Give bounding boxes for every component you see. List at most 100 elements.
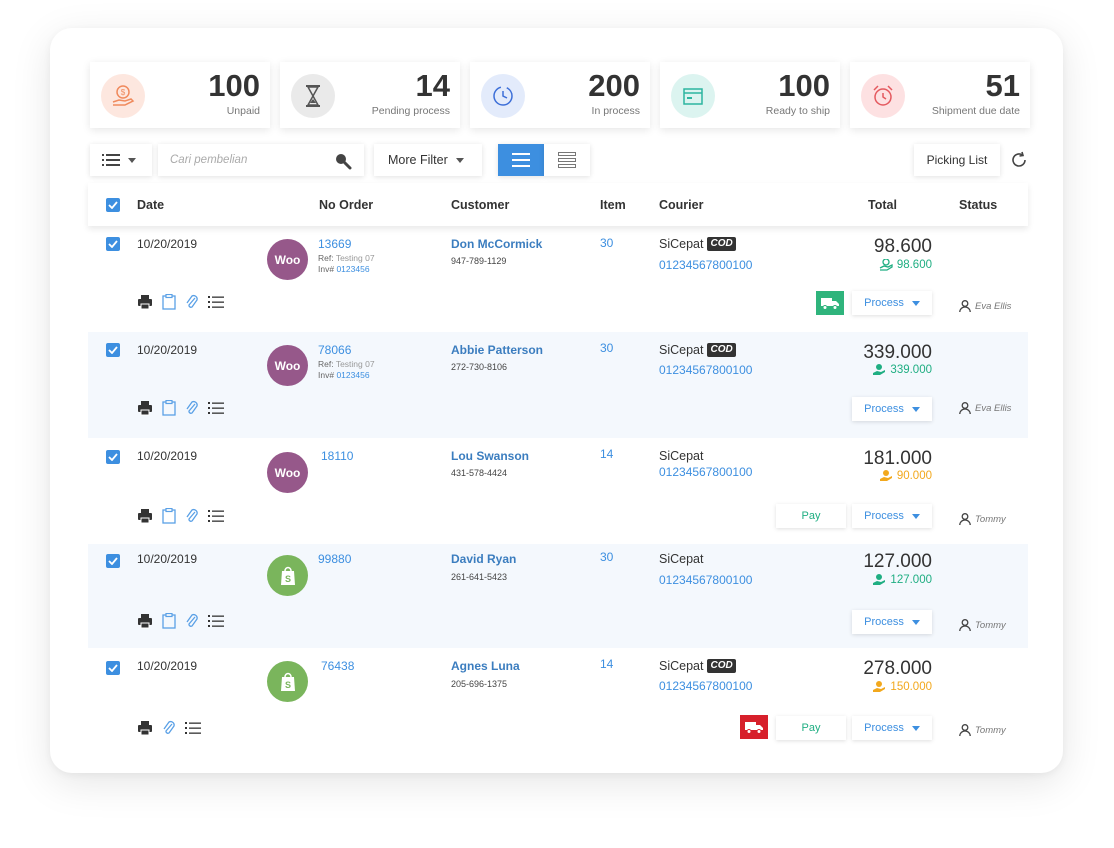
table-row[interactable]: 10/20/2019 S 76438 Agnes Luna 205-696-13…	[88, 648, 1028, 754]
row-checkbox[interactable]	[106, 554, 120, 568]
compact-view-toggle[interactable]	[544, 144, 590, 176]
courier-label: SiCepat	[659, 659, 704, 673]
print-icon[interactable]	[137, 294, 153, 310]
process-dropdown[interactable]: Process	[852, 610, 932, 634]
print-icon[interactable]	[137, 400, 153, 416]
order-date: 10/20/2019	[137, 449, 198, 463]
table-row[interactable]: 10/20/2019 Woo 13669 Ref: Testing 07 Inv…	[88, 226, 1028, 332]
clipboard-icon[interactable]	[162, 400, 176, 416]
order-number[interactable]: 18110	[321, 449, 353, 463]
svg-text:S: S	[284, 680, 290, 690]
cod-badge: COD	[707, 237, 736, 251]
stat-ready-to-ship[interactable]: 100 Ready to ship	[660, 62, 840, 128]
list-menu-dropdown[interactable]	[90, 144, 152, 176]
toolbar: Cari pembelian More Filter Picking List	[90, 144, 1040, 176]
select-all-checkbox[interactable]	[106, 198, 120, 212]
inv-value[interactable]: 0123456	[336, 264, 369, 274]
stat-in-process[interactable]: 200 In process	[470, 62, 650, 128]
truck-icon[interactable]	[740, 715, 768, 739]
checklist-icon[interactable]	[208, 401, 224, 415]
clipboard-icon[interactable]	[162, 294, 176, 310]
item-count[interactable]: 30	[600, 341, 613, 355]
customer-name[interactable]: David Ryan	[451, 552, 516, 566]
stat-unpaid[interactable]: $ 100 Unpaid	[90, 62, 270, 128]
paid-amount: 127.000	[872, 574, 932, 586]
stat-pending[interactable]: 14 Pending process	[280, 62, 460, 128]
pay-button[interactable]: Pay	[776, 504, 846, 528]
row-checkbox[interactable]	[106, 661, 120, 675]
checklist-icon[interactable]	[208, 509, 224, 523]
header-total[interactable]: Total	[868, 198, 897, 212]
order-number[interactable]: 13669	[318, 237, 351, 251]
tracking-number[interactable]: 01234567800100	[659, 363, 752, 377]
row-checkbox[interactable]	[106, 343, 120, 357]
header-courier[interactable]: Courier	[659, 198, 703, 212]
pay-button[interactable]: Pay	[776, 716, 846, 740]
process-dropdown[interactable]: Process	[852, 397, 932, 421]
picking-list-label: Picking List	[926, 153, 988, 167]
paid-amount: 339.000	[872, 364, 932, 376]
table-row[interactable]: 10/20/2019 S 99880 David Ryan 261-641-54…	[88, 544, 1028, 648]
clipboard-icon[interactable]	[162, 508, 176, 524]
header-order[interactable]: No Order	[319, 198, 373, 212]
stat-due-date[interactable]: 51 Shipment due date	[850, 62, 1030, 128]
clock-cycle-icon	[481, 74, 525, 118]
header-status[interactable]: Status	[959, 198, 997, 212]
stat-value: 51	[985, 68, 1020, 103]
more-filter-dropdown[interactable]: More Filter	[374, 144, 482, 176]
tracking-number[interactable]: 01234567800100	[659, 465, 752, 479]
process-dropdown[interactable]: Process	[852, 291, 932, 315]
checklist-icon[interactable]	[208, 614, 224, 628]
attachment-icon[interactable]	[185, 400, 199, 416]
woo-logo-text: Woo	[274, 252, 301, 267]
paid-value: 339.000	[890, 364, 932, 376]
table-row[interactable]: 10/20/2019 Woo 18110 Lou Swanson 431-578…	[88, 438, 1028, 544]
search-icon[interactable]	[334, 152, 352, 170]
attachment-icon[interactable]	[185, 508, 199, 524]
refresh-icon[interactable]	[1010, 151, 1028, 169]
list-view-toggle[interactable]	[498, 144, 544, 176]
row-checkbox[interactable]	[106, 450, 120, 464]
checklist-icon[interactable]	[208, 295, 224, 309]
process-dropdown[interactable]: Process	[852, 504, 932, 528]
tracking-number[interactable]: 01234567800100	[659, 573, 752, 587]
order-total: 339.000	[863, 342, 932, 363]
customer-phone: 261-641-5423	[451, 572, 508, 582]
attachment-icon[interactable]	[162, 720, 176, 736]
inv-value[interactable]: 0123456	[336, 370, 369, 380]
customer-name[interactable]: Abbie Patterson	[451, 343, 543, 357]
picking-list-button[interactable]: Picking List	[914, 144, 1000, 176]
courier-name: SiCepat COD	[659, 659, 736, 673]
header-item[interactable]: Item	[600, 198, 626, 212]
item-count[interactable]: 14	[600, 447, 613, 461]
tracking-number[interactable]: 01234567800100	[659, 258, 752, 272]
header-customer[interactable]: Customer	[451, 198, 509, 212]
customer-name[interactable]: Agnes Luna	[451, 659, 520, 673]
print-icon[interactable]	[137, 508, 153, 524]
clipboard-icon[interactable]	[162, 613, 176, 629]
header-date[interactable]: Date	[137, 198, 164, 212]
user-icon	[959, 402, 971, 414]
table-row[interactable]: 10/20/2019 Woo 78066 Ref: Testing 07 Inv…	[88, 332, 1028, 438]
print-icon[interactable]	[137, 720, 153, 736]
truck-icon[interactable]	[816, 291, 844, 315]
item-count[interactable]: 30	[600, 550, 613, 564]
attachment-icon[interactable]	[185, 294, 199, 310]
attachment-icon[interactable]	[185, 613, 199, 629]
order-number[interactable]: 78066	[318, 343, 351, 357]
customer-name[interactable]: Don McCormick	[451, 237, 542, 251]
print-icon[interactable]	[137, 613, 153, 629]
row-checkbox[interactable]	[106, 237, 120, 251]
tracking-number[interactable]: 01234567800100	[659, 679, 752, 693]
customer-name[interactable]: Lou Swanson	[451, 449, 529, 463]
process-dropdown[interactable]: Process	[852, 716, 932, 740]
order-number[interactable]: 76438	[321, 659, 354, 673]
item-count[interactable]: 30	[600, 236, 613, 250]
process-label: Process	[864, 403, 904, 415]
search-input[interactable]: Cari pembelian	[158, 144, 364, 176]
checklist-icon[interactable]	[185, 721, 201, 735]
order-number[interactable]: 99880	[318, 552, 351, 566]
user-name: Tommy	[975, 513, 1006, 525]
user-icon	[959, 513, 971, 525]
item-count[interactable]: 14	[600, 657, 613, 671]
